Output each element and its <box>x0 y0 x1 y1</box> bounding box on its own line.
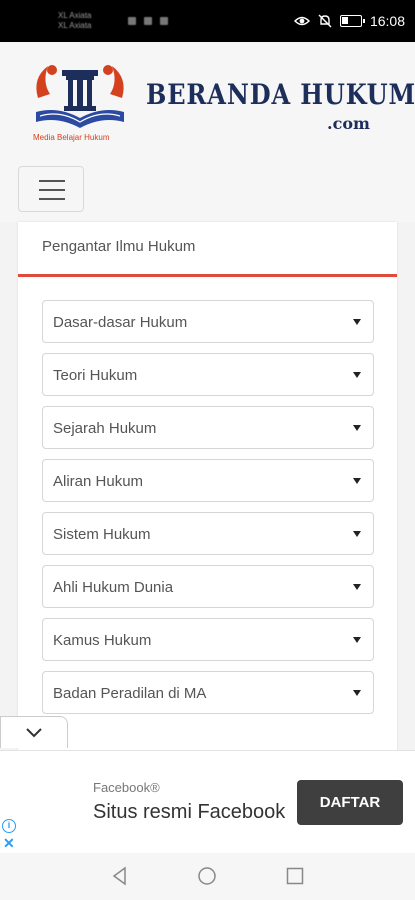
logo-tagline: Media Belajar Hukum <box>33 133 110 142</box>
eye-icon <box>293 16 310 26</box>
select-sejarah-hukum[interactable]: Sejarah Hukum <box>42 406 374 449</box>
bell-off-icon <box>318 14 332 28</box>
main-content: Pengantar Ilmu Hukum Dasar-dasar Hukum T… <box>0 222 415 762</box>
home-icon[interactable] <box>197 866 217 886</box>
card-title: Pengantar Ilmu Hukum <box>42 238 196 255</box>
ad-source: Facebook® <box>93 780 160 795</box>
carrier-info: XL Axiata XL Axiata <box>58 11 92 31</box>
wifi-icon <box>160 17 168 25</box>
menu-toggle-button[interactable] <box>18 166 84 212</box>
caret-down-icon <box>353 637 361 643</box>
hamburger-icon-line-3 <box>39 198 65 200</box>
battery-icon <box>339 15 365 27</box>
category-card: Pengantar Ilmu Hukum Dasar-dasar Hukum T… <box>18 222 397 762</box>
carrier-line-2: XL Axiata <box>58 21 92 30</box>
hamburger-icon-line-1 <box>39 180 65 182</box>
signal-icon <box>128 17 136 25</box>
recents-icon[interactable] <box>285 866 305 886</box>
select-dasar-dasar-hukum[interactable]: Dasar-dasar Hukum <box>42 300 374 343</box>
select-sistem-hukum[interactable]: Sistem Hukum <box>42 512 374 555</box>
site-header: Media Belajar Hukum BERANDA HUKUM .com <box>0 42 415 222</box>
select-kamus-hukum[interactable]: Kamus Hukum <box>42 618 374 661</box>
status-icons-right: 16:08 <box>293 13 405 29</box>
select-aliran-hukum[interactable]: Aliran Hukum <box>42 459 374 502</box>
ad-info-icon[interactable]: i <box>2 819 16 833</box>
select-ahli-hukum-dunia[interactable]: Ahli Hukum Dunia <box>42 565 374 608</box>
site-logo[interactable] <box>30 58 130 138</box>
caret-down-icon <box>353 531 361 537</box>
status-time: 16:08 <box>369 13 405 29</box>
brand-domain: .com <box>327 114 370 133</box>
select-label: Teori Hukum <box>53 367 138 384</box>
status-icons-left <box>128 17 168 25</box>
caret-down-icon <box>353 690 361 696</box>
select-label: Aliran Hukum <box>53 473 144 490</box>
select-label: Sejarah Hukum <box>53 420 157 437</box>
ad-banner[interactable]: Facebook® Situs resmi Facebook DAFTAR i … <box>0 750 415 853</box>
card-title-underline <box>18 274 397 277</box>
select-label: Ahli Hukum Dunia <box>53 579 174 596</box>
select-label: Badan Peradilan di MA <box>53 685 207 702</box>
caret-down-icon <box>353 425 361 431</box>
select-label: Sistem Hukum <box>53 526 151 543</box>
select-badan-peradilan[interactable]: Badan Peradilan di MA <box>42 671 374 714</box>
signal-icon-2 <box>144 17 152 25</box>
select-label: Kamus Hukum <box>53 632 152 649</box>
ad-collapse-button[interactable] <box>0 716 68 748</box>
brand-title[interactable]: BERANDA HUKUM <box>146 78 415 111</box>
ad-cta-button[interactable]: DAFTAR <box>297 780 403 825</box>
back-icon[interactable] <box>110 866 130 886</box>
hamburger-icon-line-2 <box>39 189 65 191</box>
ad-headline[interactable]: Situs resmi Facebook <box>93 801 308 824</box>
caret-down-icon <box>353 584 361 590</box>
select-label: Dasar-dasar Hukum <box>53 314 188 331</box>
caret-down-icon <box>353 319 361 325</box>
select-teori-hukum[interactable]: Teori Hukum <box>42 353 374 396</box>
system-nav-bar <box>0 853 415 900</box>
caret-down-icon <box>353 478 361 484</box>
ad-close-icon[interactable]: ✕ <box>3 835 15 852</box>
chevron-down-icon <box>26 728 42 738</box>
carrier-line-1: XL Axiata <box>58 11 92 20</box>
caret-down-icon <box>353 372 361 378</box>
status-bar: XL Axiata XL Axiata 16:08 <box>0 0 415 42</box>
